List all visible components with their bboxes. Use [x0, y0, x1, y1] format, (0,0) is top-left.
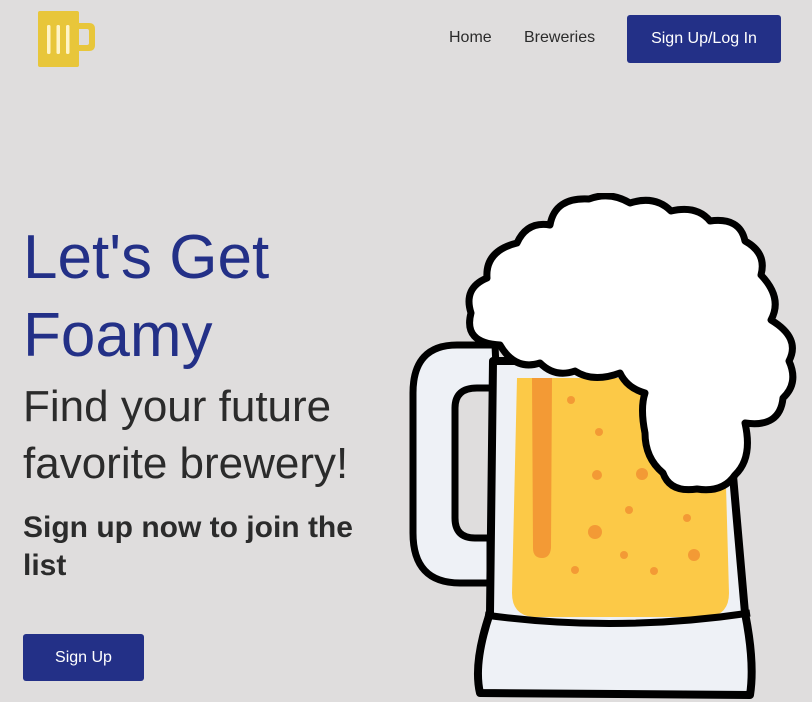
hero-title: Let's Get Foamy [23, 223, 270, 370]
hero-subtitle: Find your future favorite brewery! [23, 382, 349, 488]
beer-mug-logo-icon[interactable] [37, 10, 99, 70]
beer-mug-illustration [409, 193, 797, 699]
nav-breweries-link[interactable]: Breweries [524, 29, 595, 47]
nav-home-link[interactable]: Home [449, 29, 492, 47]
hero-cta-text: Sign up now to join the list [23, 511, 353, 582]
signup-login-button[interactable]: Sign Up/Log In [627, 15, 781, 63]
signup-button[interactable]: Sign Up [23, 634, 144, 681]
